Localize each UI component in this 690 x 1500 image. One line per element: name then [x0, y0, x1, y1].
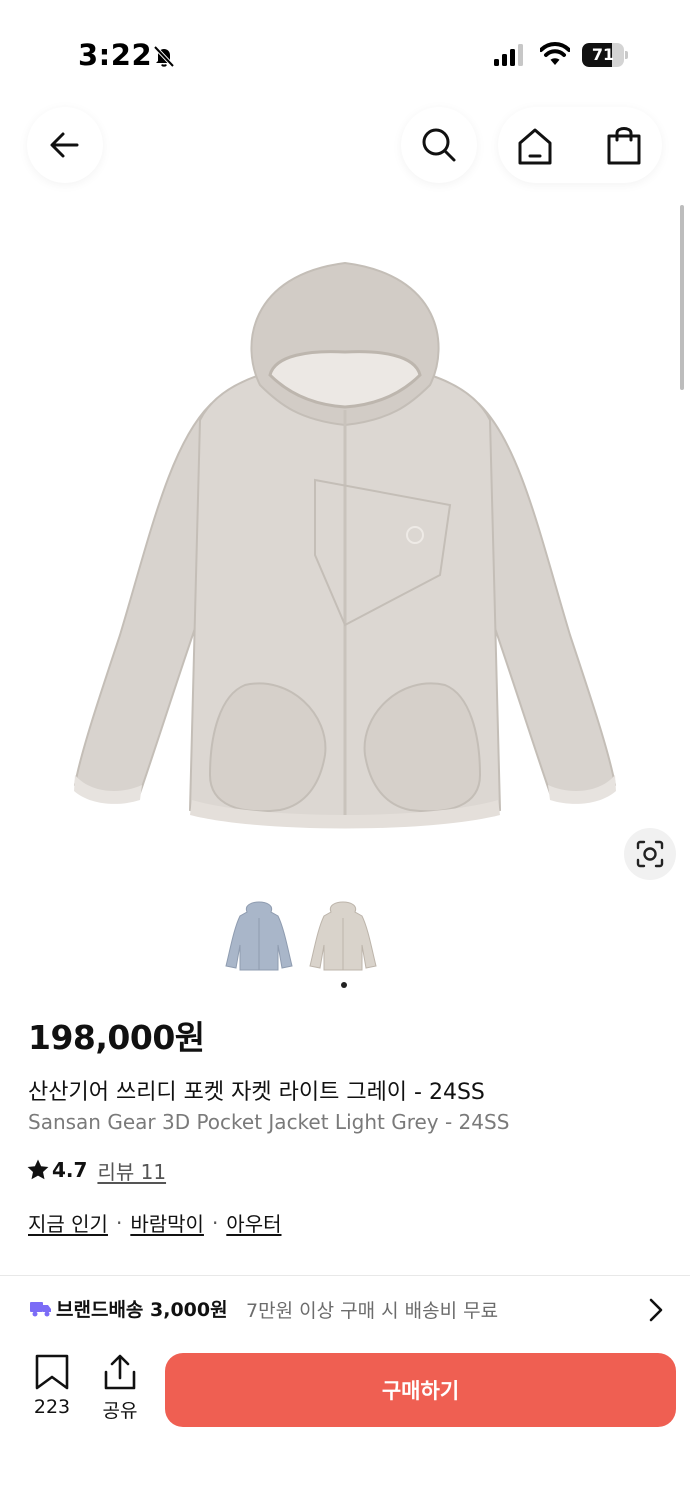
category-tags: 지금 인기 · 바람막이 · 아우터	[28, 1208, 282, 1237]
cart-button[interactable]	[602, 123, 646, 169]
share-icon	[104, 1354, 136, 1390]
product-image[interactable]	[60, 255, 630, 835]
share-label: 공유	[102, 1400, 138, 1422]
scroll-indicator[interactable]	[680, 205, 684, 390]
battery-icon: 71	[582, 43, 628, 67]
tag-outer[interactable]: 아우터	[226, 1208, 281, 1237]
nav-actions	[498, 107, 662, 183]
wifi-icon	[540, 42, 570, 65]
tag-separator: ·	[115, 1210, 123, 1235]
image-search-button[interactable]	[624, 828, 676, 880]
shipping-row[interactable]: 브랜드배송 3,000원 7만원 이상 구매 시 배송비 무료	[0, 1282, 690, 1336]
home-icon	[518, 128, 552, 165]
thumbnail-grey[interactable]	[306, 900, 380, 974]
tag-separator: ·	[211, 1210, 219, 1235]
shipping-note: 7만원 이상 구매 시 배송비 무료	[246, 1300, 499, 1322]
battery-percent: 71	[591, 45, 615, 64]
gallery-page-indicator	[341, 982, 347, 988]
rating-value: 4.7	[52, 1158, 88, 1182]
back-arrow-icon	[50, 132, 79, 158]
search-button[interactable]	[401, 107, 477, 183]
bell-slash-icon	[153, 45, 175, 68]
bottom-action-bar: 223 공유 구매하기	[0, 1340, 690, 1500]
bookmark-button[interactable]: 223	[28, 1354, 76, 1424]
back-button[interactable]	[27, 107, 103, 183]
tag-windbreaker[interactable]: 바람막이	[130, 1208, 204, 1237]
rating-row: 4.7 리뷰 11	[26, 1156, 166, 1184]
tag-popular[interactable]: 지금 인기	[28, 1208, 108, 1237]
product-title-ko: 산산기어 쓰리디 포켓 자켓 라이트 그레이 - 24SS	[28, 1080, 485, 1105]
chevron-right-icon	[649, 1298, 663, 1322]
status-time: 3:22	[78, 38, 153, 72]
camera-scan-icon	[636, 840, 664, 868]
bookmark-count: 223	[33, 1396, 71, 1418]
product-price: 198,000원	[28, 1018, 205, 1057]
star-icon	[27, 1159, 49, 1180]
bookmark-icon	[35, 1354, 69, 1390]
color-thumbnails	[222, 900, 382, 980]
search-icon	[422, 128, 456, 162]
thumbnail-blue[interactable]	[222, 900, 296, 974]
share-button[interactable]: 공유	[98, 1354, 142, 1424]
review-link[interactable]: 리뷰 11	[97, 1156, 166, 1185]
product-title-en: Sansan Gear 3D Pocket Jacket Light Grey …	[28, 1110, 510, 1134]
home-button[interactable]	[512, 125, 558, 167]
status-bar: 3:22 71	[0, 0, 690, 100]
divider	[0, 1275, 690, 1276]
signal-icon	[494, 44, 523, 66]
truck-icon	[30, 1302, 51, 1317]
shopping-bag-icon	[607, 127, 641, 165]
shipping-fee: 브랜드배송 3,000원	[56, 1299, 228, 1321]
buy-button[interactable]: 구매하기	[165, 1353, 676, 1427]
